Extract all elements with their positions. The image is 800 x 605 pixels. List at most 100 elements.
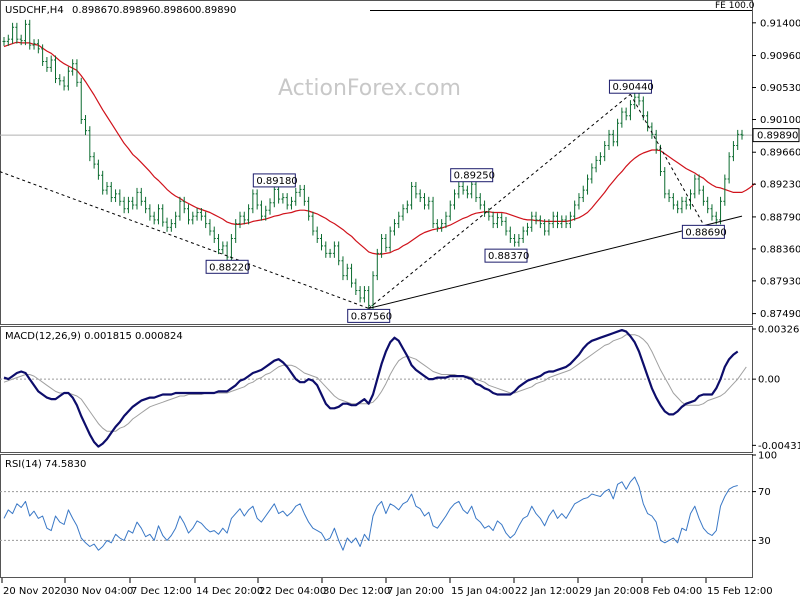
price-bar xyxy=(45,57,49,72)
price-bar xyxy=(422,193,426,210)
price-axis-label: 0.89230 xyxy=(760,180,800,191)
price-bar xyxy=(358,286,362,303)
macd-axis-label: 0.00 xyxy=(758,375,780,386)
price-bar xyxy=(88,126,92,162)
time-axis-label: 8 Feb 04:00 xyxy=(643,586,702,597)
price-bar xyxy=(495,213,499,229)
price-bar xyxy=(440,219,444,232)
price-bar xyxy=(341,256,345,281)
price-bar xyxy=(487,207,491,221)
macd-main-line xyxy=(3,329,739,448)
price-bar xyxy=(285,193,289,210)
price-axis-label: 0.88790 xyxy=(760,212,800,223)
price-bar xyxy=(736,129,740,150)
price-bar xyxy=(221,241,225,255)
price-bar xyxy=(161,204,165,227)
price-bar xyxy=(92,152,96,169)
price-bar xyxy=(474,179,478,203)
price-bar xyxy=(169,219,173,232)
price-bar xyxy=(719,196,723,225)
chart-header: USDCHF,H4 0.89867 0.89896 0.89860 0.8989… xyxy=(5,5,236,16)
rsi-levels-group xyxy=(0,491,752,541)
price-bar xyxy=(11,22,15,44)
price-bar xyxy=(478,193,482,210)
rsi-axis-label: 30 xyxy=(758,536,771,547)
price-bar xyxy=(225,241,229,262)
price-bar xyxy=(697,174,701,195)
price-bar xyxy=(251,189,255,214)
price-bar xyxy=(238,211,242,229)
price-series-group xyxy=(2,19,744,310)
swing-label: 0.89250 xyxy=(450,168,495,183)
price-bar xyxy=(500,213,504,226)
price-bar xyxy=(701,185,705,206)
price-bar xyxy=(114,189,118,203)
price-bar xyxy=(165,217,169,232)
price-bar xyxy=(307,196,311,221)
time-axis-label: 30 Dec 12:00 xyxy=(323,586,390,597)
swing-label: 0.88690 xyxy=(681,224,727,239)
price-bar xyxy=(414,181,418,199)
price-bar xyxy=(242,211,246,225)
price-bar xyxy=(328,248,332,258)
price-bar xyxy=(397,211,401,229)
current-price-tag: 0.89890 xyxy=(752,128,800,143)
price-bar xyxy=(624,107,628,121)
price-bar xyxy=(109,181,113,203)
price-bar xyxy=(118,189,122,206)
price-bar xyxy=(367,286,371,310)
swing-label-text: 0.90440 xyxy=(612,82,653,93)
price-bar xyxy=(581,185,585,203)
time-axis-label: 14 Dec 20:00 xyxy=(196,586,263,597)
price-bar xyxy=(427,196,431,210)
current-price-value: 0.89890 xyxy=(757,131,798,142)
price-bar xyxy=(628,100,632,121)
price-bar xyxy=(491,211,495,229)
price-bar xyxy=(410,181,414,210)
price-bar xyxy=(135,187,139,210)
price-bar xyxy=(538,215,542,229)
time-axis: 20 Nov 202030 Nov 04:007 Dec 12:00 14 Dec… xyxy=(1,578,773,597)
macd-title: MACD(12,26,9) 0.001815 0.000824 xyxy=(5,331,183,342)
price-axis-label: 0.89660 xyxy=(760,148,800,159)
price-bar xyxy=(710,204,714,221)
price-bar xyxy=(315,226,319,243)
price-bar xyxy=(345,263,349,281)
price-bar xyxy=(174,211,178,229)
price-bar xyxy=(354,278,358,295)
price-bar xyxy=(324,241,328,258)
price-bar xyxy=(388,226,392,252)
price-bar xyxy=(66,66,70,91)
swing-label: 0.88370 xyxy=(484,248,529,263)
price-bar xyxy=(139,187,143,206)
price-bar xyxy=(15,22,19,44)
price-bar xyxy=(332,241,336,258)
price-bar xyxy=(577,193,581,210)
price-bar xyxy=(294,187,298,206)
rsi-axis: 100 70 30 xyxy=(752,451,777,547)
price-bar xyxy=(453,189,457,210)
price-bar xyxy=(671,193,675,210)
price-bar xyxy=(272,184,276,208)
price-bar xyxy=(534,211,538,225)
price-bar xyxy=(101,170,105,195)
swing-label: 0.88220 xyxy=(205,259,250,274)
macd-series-group xyxy=(3,329,747,448)
dashed-trendline xyxy=(0,171,369,309)
price-bar xyxy=(234,219,238,243)
price-bar xyxy=(676,200,680,214)
price-bar xyxy=(350,263,354,288)
price-bar xyxy=(401,204,405,221)
price-bar xyxy=(182,196,186,214)
price-bar xyxy=(217,234,221,255)
price-bar xyxy=(706,196,710,214)
price-bar xyxy=(598,152,602,165)
swing-label-text: 0.89250 xyxy=(454,171,495,182)
price-bar xyxy=(144,196,148,214)
price-bar xyxy=(178,196,182,221)
price-bar xyxy=(204,211,208,229)
ohlc-low: 0.89860 xyxy=(154,5,195,16)
price-bar xyxy=(513,234,517,247)
price-axis-label: 0.91400 xyxy=(760,18,800,29)
swing-label: 0.87560 xyxy=(347,308,392,323)
